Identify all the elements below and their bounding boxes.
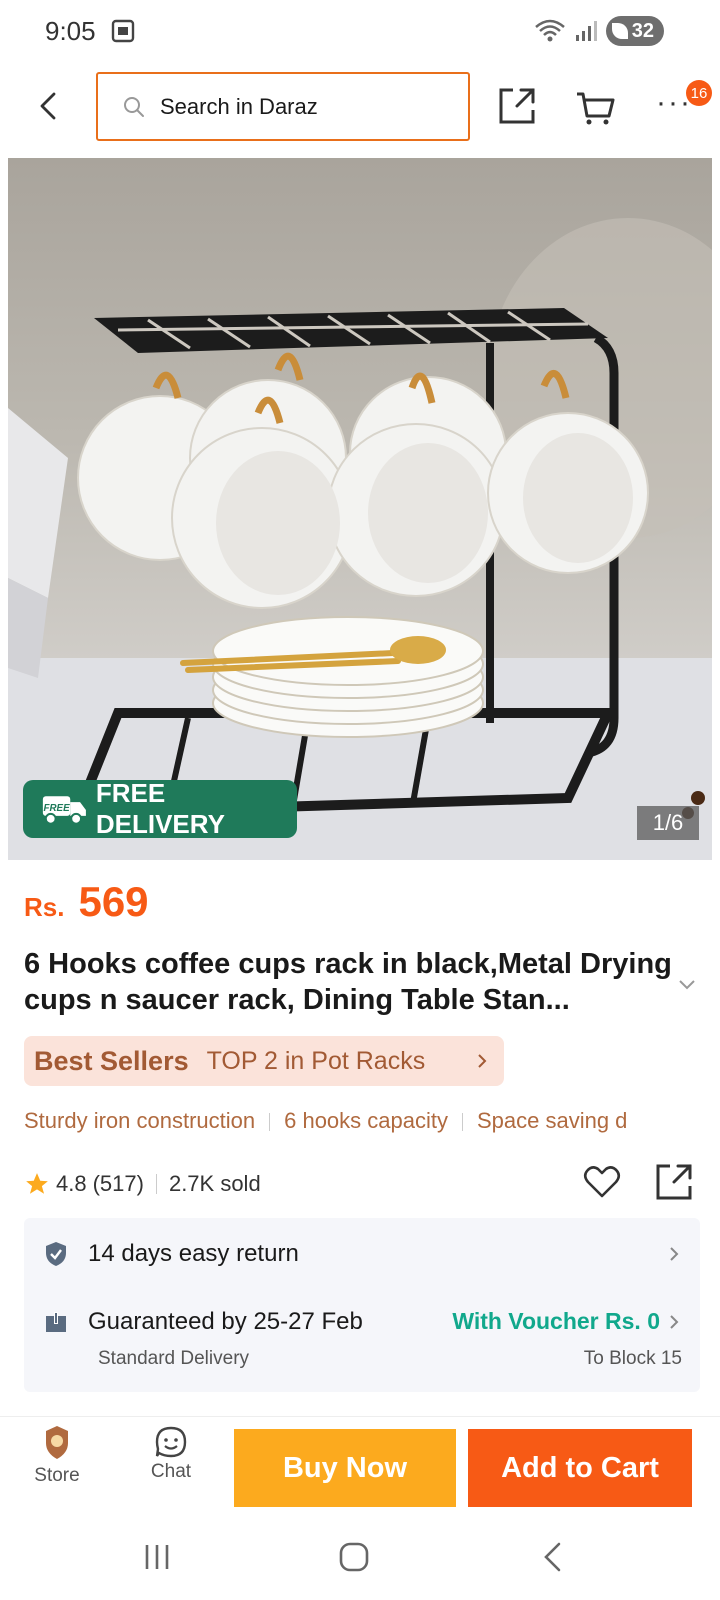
delivery-destination: To Block 15 xyxy=(583,1348,682,1369)
chat-button[interactable]: Chat xyxy=(140,1423,202,1483)
heart-icon[interactable] xyxy=(582,1162,622,1202)
return-policy-row[interactable]: 14 days easy return xyxy=(44,1240,684,1268)
status-bar: 9:05 32 xyxy=(0,0,720,64)
delivery-type: Standard Delivery xyxy=(98,1348,250,1369)
chevron-right-icon xyxy=(670,1315,679,1329)
delivery-box-icon xyxy=(46,1312,66,1332)
feature-tag: 6 hooks capacity xyxy=(284,1108,448,1133)
feature-tags: Sturdy iron construction 6 hooks capacity… xyxy=(24,1108,720,1144)
product-photo xyxy=(8,218,712,860)
recent-apps-icon[interactable] xyxy=(142,1542,172,1572)
chat-label: Chat xyxy=(150,1461,192,1482)
rating-score: 4.8 xyxy=(56,1171,87,1196)
system-nav-bar xyxy=(0,1530,720,1600)
screenshot-icon xyxy=(111,19,135,43)
chat-icon xyxy=(155,1426,187,1458)
notification-badge: 16 xyxy=(686,80,712,106)
wifi-icon xyxy=(534,19,565,42)
battery-indicator: 32 xyxy=(605,16,664,46)
sold-count: 2.7K sold xyxy=(168,1171,261,1196)
top-bar: Search in Daraz ··· 16 xyxy=(0,72,720,142)
search-icon xyxy=(124,96,144,117)
price-value: 569 xyxy=(78,878,149,925)
add-to-cart-button[interactable]: Add to Cart xyxy=(468,1429,692,1507)
bottom-action-bar: Store Chat Buy Now Add to Cart xyxy=(0,1416,720,1507)
shield-check-icon xyxy=(46,1242,66,1266)
back-arrow-icon[interactable] xyxy=(34,90,66,122)
status-time: 9:05 xyxy=(45,16,96,46)
price: Rs. 569 xyxy=(24,878,149,926)
home-icon[interactable] xyxy=(338,1541,370,1573)
product-title[interactable]: 6 Hooks coffee cups rack in black,Metal … xyxy=(24,946,674,1018)
product-image[interactable]: FREE FREE DELIVERY 1/6 xyxy=(8,158,712,860)
delivery-truck-icon: FREE xyxy=(42,796,86,825)
free-delivery-badge: FREE FREE DELIVERY xyxy=(23,778,297,839)
divider xyxy=(269,1113,271,1132)
bestseller-label: Best Sellers xyxy=(34,1045,189,1076)
price-currency: Rs. xyxy=(24,892,65,922)
store-logo-icon xyxy=(46,1426,68,1459)
bestseller-rank: TOP 2 in Pot Racks xyxy=(206,1046,426,1075)
store-button[interactable]: Store xyxy=(26,1423,88,1487)
chevron-right-icon xyxy=(478,1054,487,1068)
return-policy: 14 days easy return xyxy=(88,1240,299,1267)
service-info: 14 days easy return Guaranteed by 25-27 … xyxy=(24,1218,700,1392)
delivery-guarantee: Guaranteed by 25-27 Feb xyxy=(88,1308,363,1335)
divider xyxy=(461,1113,463,1132)
status-icons: 32 xyxy=(534,16,664,46)
image-counter: 1/6 xyxy=(637,806,699,840)
battery-saver-icon xyxy=(611,23,628,39)
cart-icon[interactable] xyxy=(575,88,615,128)
search-placeholder: Search in Daraz xyxy=(160,93,318,119)
bestseller-banner[interactable]: Best Sellers TOP 2 in Pot Racks xyxy=(24,1036,504,1086)
voucher-text[interactable]: With Voucher Rs. 0 xyxy=(452,1308,660,1335)
buy-now-button[interactable]: Buy Now xyxy=(234,1429,456,1507)
divider xyxy=(155,1174,157,1194)
back-nav-icon[interactable] xyxy=(540,1541,564,1573)
signal-icon xyxy=(575,21,597,41)
free-tag: FREE xyxy=(44,803,71,814)
share-icon[interactable] xyxy=(654,1162,694,1202)
battery-level: 32 xyxy=(631,19,654,42)
feature-tag: Space saving d xyxy=(476,1108,628,1133)
store-label: Store xyxy=(34,1465,80,1486)
rating-count: (517) xyxy=(92,1171,144,1196)
chevron-down-icon[interactable] xyxy=(678,978,696,990)
share-icon[interactable] xyxy=(497,86,537,126)
feature-tag: Sturdy iron construction xyxy=(24,1108,256,1133)
search-input[interactable]: Search in Daraz xyxy=(96,72,470,141)
chevron-right-icon xyxy=(670,1247,679,1261)
star-icon xyxy=(26,1173,48,1194)
free-delivery-label: FREE DELIVERY xyxy=(95,778,225,839)
